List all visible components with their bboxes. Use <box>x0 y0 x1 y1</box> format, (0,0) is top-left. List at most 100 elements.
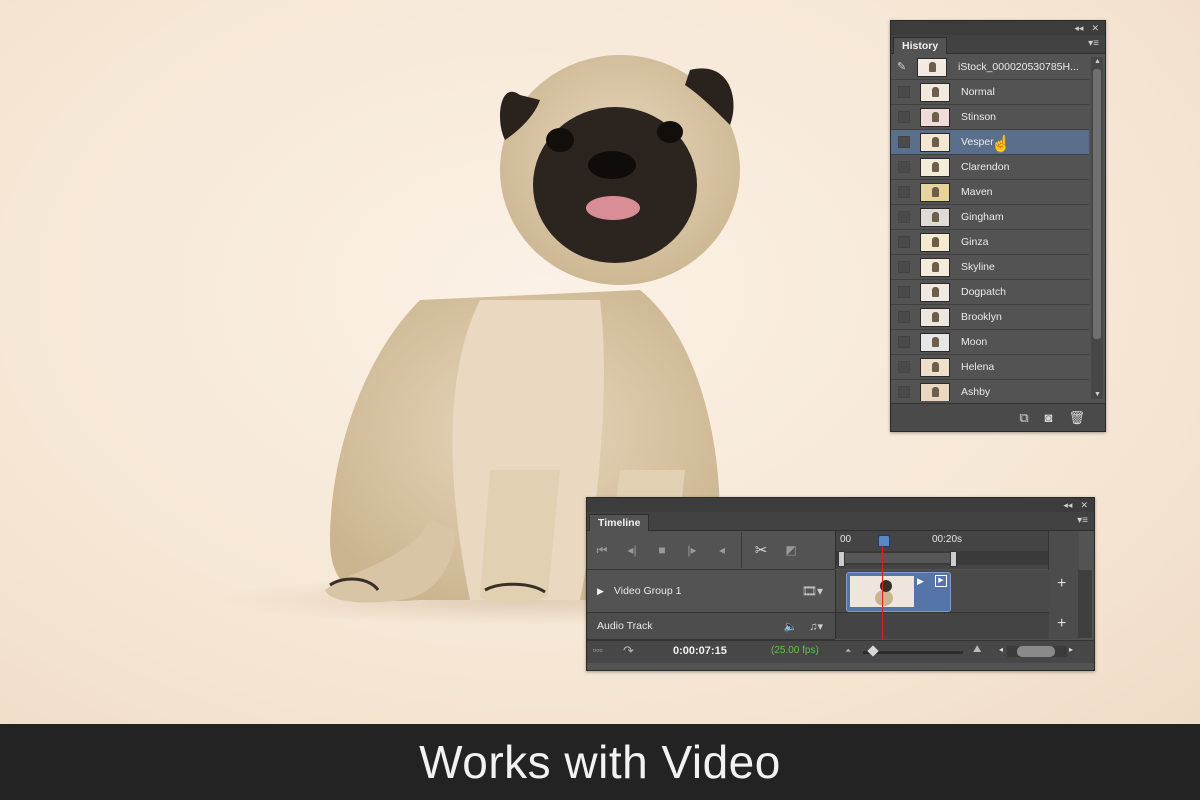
timeline-titlebar: ◂◂ ✕ <box>587 498 1094 512</box>
history-brush-source-checkbox[interactable] <box>898 86 910 98</box>
playhead-handle[interactable] <box>878 535 890 547</box>
music-icon[interactable]: ♫▾ <box>809 620 823 633</box>
timeline-vertical-scrollbar[interactable] <box>1078 570 1092 638</box>
history-brush-source-checkbox[interactable] <box>898 186 910 198</box>
clip-play-icon[interactable]: ▶ <box>917 576 924 587</box>
panel-menu-icon[interactable]: ▾≡ <box>1088 38 1099 49</box>
history-state-label: Vesper <box>961 136 994 148</box>
render-video-icon[interactable]: ▫▫▫ <box>593 645 603 655</box>
history-titlebar: ◂◂ ✕ <box>891 21 1105 35</box>
scrollbar-thumb[interactable] <box>1093 69 1101 339</box>
history-state-label: Clarendon <box>961 161 1010 173</box>
history-state-label: Helena <box>961 361 995 373</box>
history-thumbnail <box>920 107 950 127</box>
close-icon[interactable]: ✕ <box>1080 498 1088 512</box>
history-brush-source-checkbox[interactable] <box>898 211 910 223</box>
history-thumbnail <box>920 232 950 252</box>
next-frame-icon[interactable]: |▸ <box>677 543 707 557</box>
history-state-row[interactable]: Moon <box>891 330 1089 355</box>
scroll-down-icon[interactable]: ▼ <box>1094 391 1101 398</box>
convert-frame-animation-icon[interactable]: ↷ <box>623 643 634 659</box>
clip-options-icon[interactable]: ▶ <box>935 575 947 587</box>
history-thumbnail <box>920 257 950 277</box>
zoom-in-icon[interactable]: ⛰ <box>973 644 981 655</box>
scroll-up-icon[interactable]: ▲ <box>1094 58 1101 65</box>
audio-mute-icon[interactable]: ◂ <box>707 543 737 557</box>
history-brush-source-checkbox[interactable] <box>898 311 910 323</box>
expand-triangle-icon[interactable]: ▶ <box>597 586 604 597</box>
history-state-row[interactable]: Dogpatch <box>891 280 1089 305</box>
history-thumbnail <box>920 132 950 152</box>
playhead-line[interactable] <box>882 546 883 640</box>
history-thumbnail <box>920 207 950 227</box>
history-brush-source-checkbox[interactable] <box>898 336 910 348</box>
stop-icon[interactable]: ■ <box>647 543 677 557</box>
history-state-row[interactable]: ✎ iStock_000020530785H... <box>891 55 1089 80</box>
history-state-row[interactable]: Stinson <box>891 105 1089 130</box>
previous-frame-icon[interactable]: ◂| <box>617 543 647 557</box>
history-brush-source-checkbox[interactable] <box>898 236 910 248</box>
divider <box>741 532 742 568</box>
history-brush-source-checkbox[interactable] <box>898 386 910 398</box>
camera-icon[interactable]: ◙ <box>1045 410 1053 425</box>
history-brush-source-checkbox[interactable] <box>898 161 910 173</box>
history-state-row[interactable]: Maven <box>891 180 1089 205</box>
scissors-icon[interactable]: ✂ <box>746 541 776 559</box>
history-brush-source-checkbox[interactable] <box>898 361 910 373</box>
history-state-row[interactable]: Vesper ☝ <box>891 130 1089 155</box>
history-state-label: Brooklyn <box>961 311 1002 323</box>
history-state-row[interactable]: Brooklyn <box>891 305 1089 330</box>
scroll-right-icon[interactable]: ▸ <box>1069 645 1073 654</box>
transition-icon[interactable]: ◩ <box>776 543 806 557</box>
trash-icon[interactable]: 🗑 <box>1068 410 1085 426</box>
panel-menu-icon[interactable]: ▾≡ <box>1077 515 1088 526</box>
history-brush-source-checkbox[interactable] <box>898 261 910 273</box>
new-document-from-state-icon[interactable]: ⧉ <box>1019 410 1028 426</box>
collapse-icon[interactable]: ◂◂ <box>1074 21 1083 35</box>
timeline-panel: ◂◂ ✕ Timeline ▾≡ ⏮ ◂| ■ |▸ ◂ ✂ ◩ 00 00:2… <box>586 497 1095 671</box>
tab-timeline[interactable]: Timeline <box>589 514 650 531</box>
history-scrollbar[interactable]: ▲ ▼ <box>1091 57 1103 399</box>
work-area-end-handle[interactable] <box>950 551 957 567</box>
add-media-video-icon[interactable]: + <box>1057 575 1066 593</box>
speaker-icon[interactable]: 🔈 <box>784 620 798 633</box>
go-to-first-frame-icon[interactable]: ⏮ <box>587 543 617 558</box>
history-state-row[interactable]: Ginza <box>891 230 1089 255</box>
history-state-row[interactable]: Helena <box>891 355 1089 380</box>
history-state-row[interactable]: Skyline <box>891 255 1089 280</box>
timeline-tab-row: Timeline ▾≡ <box>587 512 1094 531</box>
hand-cursor-icon: ☝ <box>991 136 1011 153</box>
history-state-row[interactable]: Normal <box>891 80 1089 105</box>
horizontal-scrollbar-thumb[interactable] <box>1017 646 1055 657</box>
work-area-bar[interactable] <box>836 551 1049 567</box>
add-media-audio-icon[interactable]: + <box>1057 615 1066 633</box>
timeline-ruler[interactable]: 00 00:20s <box>835 531 1049 569</box>
frame-rate: (25.00 fps) <box>771 645 819 656</box>
collapse-icon[interactable]: ◂◂ <box>1063 498 1072 512</box>
history-thumbnail <box>920 332 950 352</box>
history-state-label: Ashby <box>961 386 991 398</box>
video-clip[interactable]: ▶ ▶ <box>846 572 951 612</box>
track-header-video[interactable]: ▶ Video Group 1 🎞▾ <box>587 570 835 613</box>
history-thumbnail <box>920 157 950 177</box>
work-area[interactable] <box>840 553 954 563</box>
history-state-label: Normal <box>961 86 995 98</box>
tab-history[interactable]: History <box>893 37 948 54</box>
track-header-audio[interactable]: Audio Track 🔈 ♫▾ <box>587 613 835 640</box>
history-brush-source-icon[interactable]: ✎ <box>897 61 909 73</box>
zoom-slider-knob[interactable] <box>867 645 879 657</box>
history-brush-source-checkbox[interactable] <box>898 111 910 123</box>
history-brush-source-checkbox[interactable] <box>898 136 910 148</box>
zoom-out-icon[interactable]: ⏶ <box>845 646 851 656</box>
history-state-row[interactable]: Ashby <box>891 380 1089 401</box>
ruler-start-label: 00 <box>840 534 852 545</box>
history-footer: ⧉ ◙ 🗑 <box>891 403 1105 431</box>
history-state-row[interactable]: Clarendon <box>891 155 1089 180</box>
history-brush-source-checkbox[interactable] <box>898 286 910 298</box>
close-icon[interactable]: ✕ <box>1091 21 1099 35</box>
history-state-row[interactable]: Gingham <box>891 205 1089 230</box>
work-area-start-handle[interactable] <box>838 551 845 567</box>
scroll-left-icon[interactable]: ◂ <box>999 645 1003 654</box>
film-icon[interactable]: 🎞▾ <box>802 584 823 598</box>
history-tab-row: History ▾≡ <box>891 35 1105 54</box>
